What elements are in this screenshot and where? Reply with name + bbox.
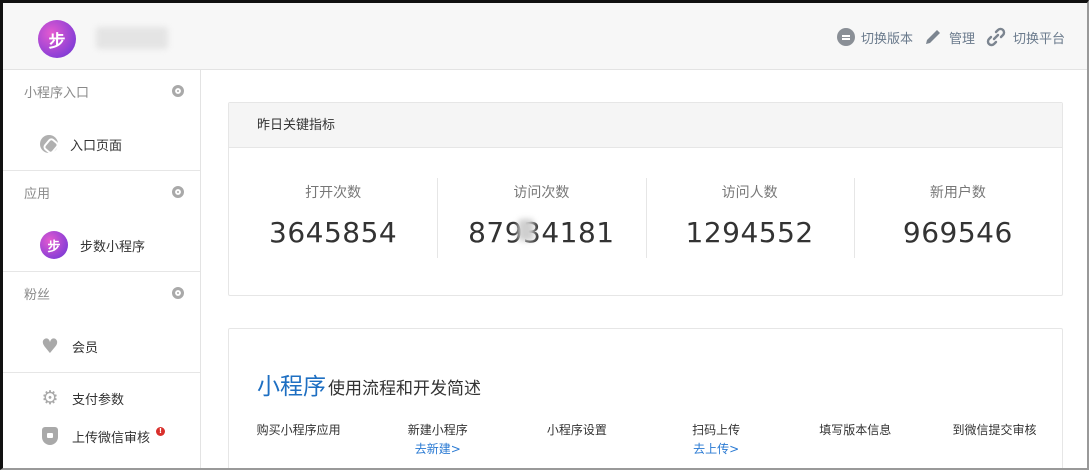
card-title: 昨日关键指标: [229, 103, 1062, 148]
sidebar-group-entry: 小程序入口 入口页面: [0, 70, 200, 171]
sidebar-item-label: 上传微信审核: [72, 430, 151, 446]
sidebar-item-label: 入口页面: [70, 138, 123, 154]
sidebar-item-members[interactable]: ♥ 会员: [0, 320, 200, 372]
step-label: 小程序设置: [546, 423, 607, 437]
switch-version-label: 切换版本: [860, 31, 913, 47]
switch-platform-label: 切换平台: [1012, 31, 1065, 47]
switch-platform-button[interactable]: 切换平台: [985, 26, 1065, 48]
top-header: 步 切换版本 管理 切换平台: [0, 0, 1089, 70]
gear-icon[interactable]: [172, 186, 184, 198]
sidebar: 小程序入口 入口页面 应用 步 步数小程序 粉丝 ♥ 会员 ⚙ 支付参数 上传微…: [0, 70, 201, 470]
shield-icon: [42, 427, 58, 445]
main-content: 昨日关键指标 打开次数 3645854 访问次数 87934181 访问人数 1…: [202, 70, 1089, 470]
metric-new-users: 新用户数 969546: [853, 148, 1062, 296]
gear-icon: ⚙: [41, 386, 59, 409]
metric-label: 打开次数: [305, 185, 362, 201]
metric-value: 87934181: [468, 216, 615, 249]
step-label: 新建小程序: [407, 423, 468, 437]
sidebar-item-upload-review[interactable]: 上传微信审核 !: [0, 417, 200, 455]
redaction-smudge: [518, 219, 535, 241]
sidebar-extra: ⚙ 支付参数 上传微信审核 !: [0, 373, 200, 455]
sidebar-item-step-app[interactable]: 步 步数小程序: [0, 219, 200, 271]
group-title-text: 粉丝: [24, 288, 51, 303]
step-label: 填写版本信息: [819, 423, 892, 437]
flow-title-main: 小程序: [257, 374, 326, 400]
heart-icon: ♥: [41, 334, 59, 358]
group-title-text: 小程序入口: [24, 86, 90, 101]
sidebar-item-entry-page[interactable]: 入口页面: [0, 118, 200, 170]
upload-link[interactable]: 去上传>: [693, 440, 739, 457]
account-name-blurred: [96, 27, 168, 49]
sidebar-group-title: 小程序入口: [0, 70, 200, 118]
logo-glyph: 步: [48, 31, 66, 52]
metric-value-text: 87934181: [468, 216, 615, 249]
sidebar-group-title: 粉丝: [0, 272, 200, 320]
create-new-link[interactable]: 去新建>: [415, 440, 461, 457]
step-label: 到微信提交审核: [952, 423, 1037, 437]
metric-visits: 访问次数 87934181: [437, 148, 645, 296]
flow-step: 填写版本信息: [786, 421, 925, 457]
circle-equals-icon: [836, 28, 855, 46]
metric-visitors: 访问人数 1294552: [645, 148, 854, 296]
sidebar-item-pay-params[interactable]: ⚙ 支付参数: [0, 379, 200, 417]
group-title-text: 应用: [24, 187, 51, 202]
link-icon: [986, 27, 1006, 47]
sidebar-item-label: 支付参数: [72, 392, 125, 408]
notification-badge: !: [156, 426, 166, 436]
flow-title-sub: 使用流程和开发简述: [328, 379, 481, 399]
gear-icon[interactable]: [172, 85, 184, 97]
metric-label: 访问人数: [721, 185, 778, 201]
yesterday-metrics-card: 昨日关键指标 打开次数 3645854 访问次数 87934181 访问人数 1…: [228, 102, 1063, 296]
usage-flow-card: 小程序 使用流程和开发简述 购买小程序应用 新建小程序 去新建> 小程序设置 扫…: [228, 328, 1063, 470]
metric-label: 访问次数: [513, 185, 570, 201]
sidebar-group-fans: 粉丝 ♥ 会员: [0, 272, 200, 373]
manage-button[interactable]: 管理: [923, 27, 975, 47]
pencil-icon: [925, 30, 940, 44]
header-actions: 切换版本 管理 切换平台: [833, 24, 1065, 50]
link-icon: [40, 135, 58, 153]
sidebar-item-label: 步数小程序: [80, 239, 146, 255]
metrics-row: 打开次数 3645854 访问次数 87934181 访问人数 1294552 …: [229, 148, 1062, 296]
metric-label: 新用户数: [929, 185, 986, 201]
metric-value: 1294552: [685, 216, 814, 249]
app-logo-icon: 步: [40, 231, 68, 259]
brand-logo[interactable]: 步: [38, 20, 76, 58]
sidebar-group-title: 应用: [0, 171, 200, 219]
metric-opens: 打开次数 3645854: [229, 148, 437, 296]
app-logo-glyph: 步: [47, 239, 61, 255]
metric-value: 969546: [902, 216, 1013, 249]
metric-value: 3645854: [269, 216, 398, 249]
flow-steps: 购买小程序应用 新建小程序 去新建> 小程序设置 扫码上传 去上传> 填写版本信…: [229, 421, 1064, 457]
switch-version-button[interactable]: 切换版本: [836, 28, 913, 47]
sidebar-item-label: 会员: [72, 340, 99, 356]
flow-step: 购买小程序应用: [229, 421, 368, 457]
sidebar-group-apps: 应用 步 步数小程序: [0, 171, 200, 272]
step-label: 购买小程序应用: [256, 423, 341, 437]
step-label: 扫码上传: [692, 423, 741, 437]
flow-step: 扫码上传 去上传>: [647, 421, 786, 457]
flow-step: 小程序设置: [507, 421, 646, 457]
flow-step: 新建小程序 去新建>: [368, 421, 507, 457]
manage-label: 管理: [948, 31, 975, 47]
flow-step: 到微信提交审核: [925, 421, 1064, 457]
gear-icon[interactable]: [172, 287, 184, 299]
flow-title: 小程序 使用流程和开发简述: [257, 367, 481, 401]
